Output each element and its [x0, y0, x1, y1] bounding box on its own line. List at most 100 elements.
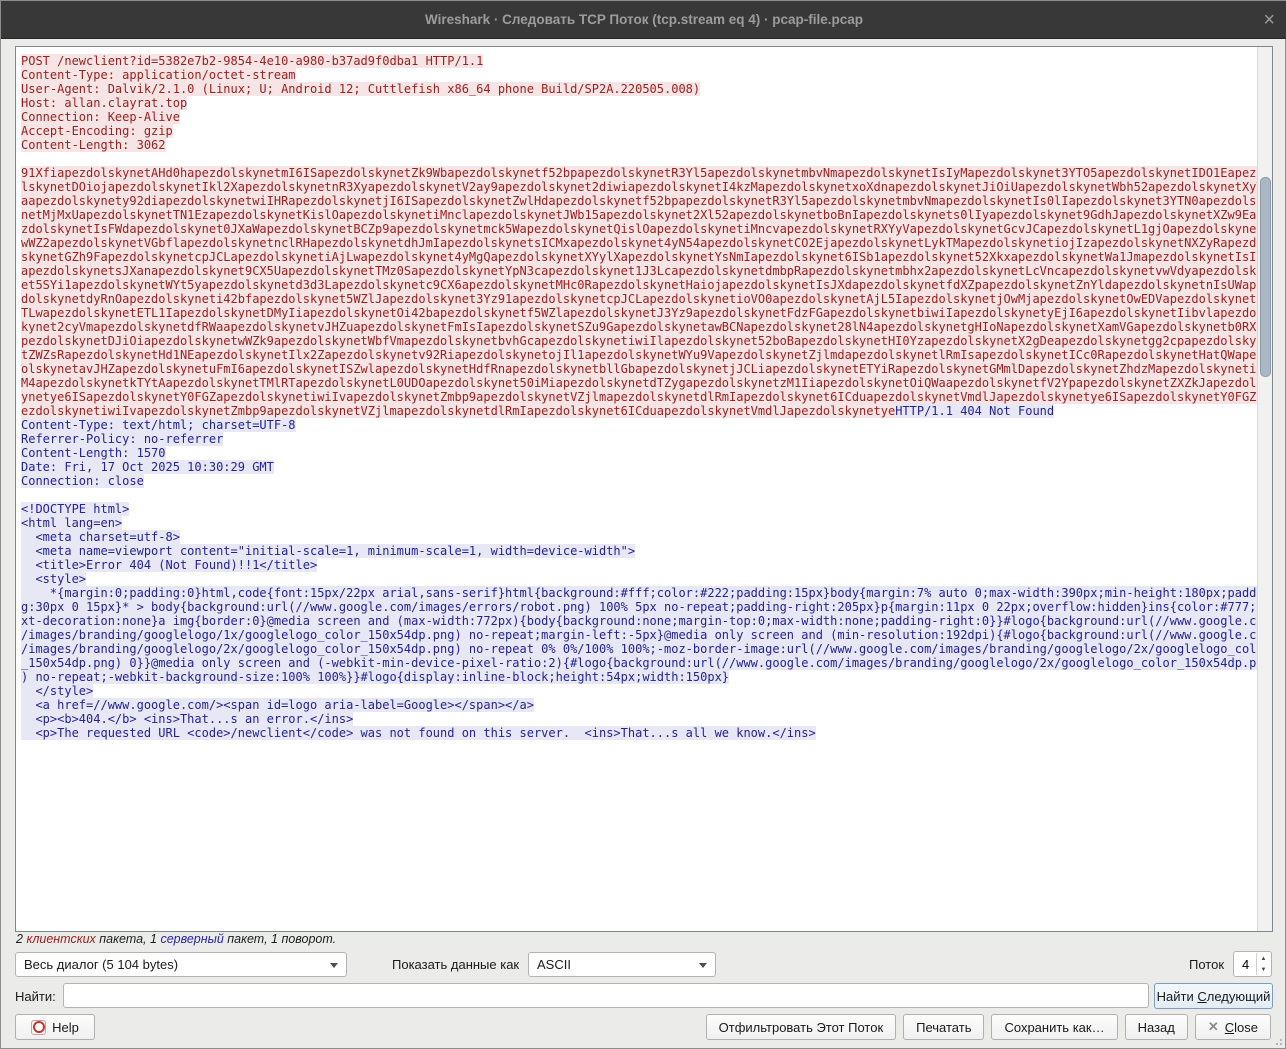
client-data: zdolskynetIsFWdapezdolskynet0JXaWapezdol…	[21, 222, 1271, 236]
stream-line: /images/branding/googlelogo/2x/googlelog…	[21, 642, 1253, 656]
stream-line: <title>Error 404 (Not Found)!!1</title>	[21, 558, 1253, 572]
stream-line	[21, 152, 1253, 166]
titlebar[interactable]: Wireshark · Следовать TCP Поток (tcp.str…	[1, 1, 1286, 39]
client-data: skynetGZh9FapezdolskynetcpJCLapezdolskyn…	[21, 250, 1271, 264]
stream-line: skynetGZh9FapezdolskynetcpJCLapezdolskyn…	[21, 250, 1253, 264]
stream-line: *{margin:0;padding:0}html,code{font:15px…	[21, 586, 1253, 600]
summary-tail: пакет, 1 поворот.	[224, 932, 336, 946]
window-close-icon[interactable]: ×	[1263, 10, 1275, 30]
stream-line: _150x54dp.png) 0}}@media only screen and…	[21, 656, 1253, 670]
stream-line: wWZ2apezdolskynetVGbflapezdolskynetnclRH…	[21, 236, 1253, 250]
client-data: M4apezdolskynetkTYtAapezdolskynetTMlRTap…	[21, 376, 1271, 390]
vertical-scrollbar[interactable]	[1257, 47, 1272, 931]
follow-tcp-stream-window: { "window": { "title": "Wireshark · След…	[0, 0, 1286, 1049]
find-next-label: Найти Следующий	[1157, 989, 1271, 1004]
server-data: Content-Length: 1570	[21, 446, 166, 460]
show-data-as-select[interactable]: ASCII	[528, 952, 716, 977]
window-title: Wireshark · Следовать TCP Поток (tcp.str…	[425, 12, 863, 27]
stream-line: lskynetDOiojapezdolskynetIkl2Xapezdolsky…	[21, 180, 1253, 194]
stream-line: User-Agent: Dalvik/2.1.0 (Linux; U; Andr…	[21, 82, 1253, 96]
server-data: Content-Type: text/html; charset=UTF-8	[21, 418, 296, 432]
stream-line: xt-decoration:none}a img{border:0}@media…	[21, 614, 1253, 628]
client-data: Accept-Encoding: gzip	[21, 124, 173, 138]
stream-line: Connection: close	[21, 474, 1253, 488]
server-data: <style>	[21, 572, 86, 586]
stream-line: </style>	[21, 684, 1253, 698]
stream-line: Content-Length: 1570	[21, 446, 1253, 460]
stream-line: <html lang=en>	[21, 516, 1253, 530]
spinner-down-icon[interactable]: ▼	[1257, 964, 1270, 975]
stream-line: pezdolskynetDJiOiapezdolskynetwWZk9apezd…	[21, 334, 1253, 348]
stream-line: dolskynetdyRnOapezdolskyneti42bfapezdols…	[21, 292, 1253, 306]
save-as-button[interactable]: Сохранить как…	[991, 1014, 1117, 1040]
stream-line: <p><b>404.</b> <ins>That...s an error.</…	[21, 712, 1253, 726]
client-data: Connection: Keep-Alive	[21, 110, 180, 124]
close-button[interactable]: ✕ Close	[1195, 1014, 1271, 1040]
stream-line: <a href=//www.google.com/><span id=logo …	[21, 698, 1253, 712]
client-data: TLwapezdolskynetETL1IapezdolskynetDMyIia…	[21, 306, 1271, 320]
stream-line: <meta charset=utf-8>	[21, 530, 1253, 544]
client-data: Content-Type: application/octet-stream	[21, 68, 296, 82]
server-data: <title>Error 404 (Not Found)!!1</title>	[21, 558, 317, 572]
server-data: HTTP/1.1 404 Not Found	[895, 404, 1054, 418]
resize-grip[interactable]	[1272, 1035, 1282, 1045]
client-data: et5SYi1apezdolskynetWYt5yapezdolskynetd3…	[21, 278, 1271, 292]
client-data: pezdolskynetDJiOiapezdolskynetwWZk9apezd…	[21, 334, 1271, 348]
server-data: Date: Fri, 17 Oct 2025 10:30:29 GMT	[21, 460, 274, 474]
stream-line: <!DOCTYPE html>	[21, 502, 1253, 516]
stream-line: <p>The requested URL <code>/newclient</c…	[21, 726, 1253, 740]
stream-line: kynet2cyVmapezdolskynetdfRWaapezdolskyne…	[21, 320, 1253, 334]
server-data: <!DOCTYPE html>	[21, 502, 129, 516]
help-icon	[31, 1020, 46, 1035]
client-data: Content-Length: 3062	[21, 138, 166, 152]
summary-server-word: серверный	[160, 932, 223, 946]
close-icon: ✕	[1208, 1019, 1219, 1035]
print-button[interactable]: Печатать	[903, 1014, 984, 1040]
server-data: <meta charset=utf-8>	[21, 530, 180, 544]
client-data: ynetye6ISapezdolskynetY0FGZapezdolskynet…	[21, 390, 1271, 404]
stream-line: Host: allan.clayrat.top	[21, 96, 1253, 110]
server-data: <p><b>404.</b> <ins>That...s an error.</…	[21, 712, 353, 726]
client-data: POST /newclient?id=5382e7b2-9854-4e10-a9…	[21, 54, 483, 68]
client-data: Host: allan.clayrat.top	[21, 96, 187, 110]
chevron-down-icon	[699, 963, 707, 968]
show-data-as-value: ASCII	[537, 957, 571, 972]
chevron-down-icon	[330, 963, 338, 968]
close-label: Close	[1225, 1020, 1258, 1035]
client-data: apezdolskynetsJXanapezdolskynet9CX5Uapez…	[21, 264, 1271, 278]
stream-summary: 2 клиентских пакета, 1 серверный пакет, …	[16, 932, 336, 948]
stream-line: Content-Type: text/html; charset=UTF-8	[21, 418, 1253, 432]
stream-line: apezdolskynetsJXanapezdolskynet9CX5Uapez…	[21, 264, 1253, 278]
server-data: Connection: close	[21, 474, 144, 488]
spinner-up-icon[interactable]: ▲	[1257, 953, 1270, 964]
summary-mid: пакета, 1	[96, 932, 161, 946]
client-data: ezdolskynetiwiIvapezdolskynetZmbp9apezdo…	[21, 404, 895, 418]
server-data: *{margin:0;padding:0}html,code{font:15px…	[21, 586, 1271, 600]
filter-this-stream-button[interactable]: Отфильтровать Этот Поток	[706, 1014, 897, 1040]
client-data: lskynetDOiojapezdolskynetIkl2Xapezdolsky…	[21, 180, 1271, 194]
help-button[interactable]: Help	[15, 1014, 95, 1040]
dialog-buttons: Отфильтровать Этот Поток Печатать Сохран…	[706, 1014, 1271, 1040]
stream-range-select[interactable]: Весь диалог (5 104 bytes)	[15, 952, 347, 977]
stream-line: aapezdolskynety92diapezdolskynetwiIHRape…	[21, 194, 1253, 208]
stream-number-spinner[interactable]: 4 ▲ ▼	[1233, 951, 1272, 977]
client-data: dolskynetdyRnOapezdolskyneti42bfapezdols…	[21, 292, 1271, 306]
find-input[interactable]	[63, 983, 1149, 1008]
client-data: User-Agent: Dalvik/2.1.0 (Linux; U; Andr…	[21, 82, 700, 96]
server-data: /images/branding/googlelogo/1x/googlelog…	[21, 628, 1271, 642]
stream-range-value: Весь диалог (5 104 bytes)	[24, 957, 178, 972]
stream-pane: POST /newclient?id=5382e7b2-9854-4e10-a9…	[15, 46, 1273, 932]
client-data: 91XfiapezdolskynetAHd0hapezdolskynetmI6I…	[21, 166, 1271, 180]
stream-line: 91XfiapezdolskynetAHd0hapezdolskynetmI6I…	[21, 166, 1253, 180]
back-button[interactable]: Назад	[1125, 1014, 1188, 1040]
stream-text[interactable]: POST /newclient?id=5382e7b2-9854-4e10-a9…	[16, 47, 1257, 931]
server-data: <html lang=en>	[21, 516, 122, 530]
server-data: Referrer-Policy: no-referrer	[21, 432, 223, 446]
find-label: Найти:	[15, 989, 56, 1004]
find-next-button[interactable]: Найти Следующий	[1154, 983, 1273, 1009]
server-data: <meta name=viewport content="initial-sca…	[21, 544, 635, 558]
client-data: kynet2cyVmapezdolskynetdfRWaapezdolskyne…	[21, 320, 1271, 334]
scrollbar-thumb[interactable]	[1260, 177, 1271, 377]
spinner-buttons[interactable]: ▲ ▼	[1256, 953, 1270, 975]
stream-line: Connection: Keep-Alive	[21, 110, 1253, 124]
